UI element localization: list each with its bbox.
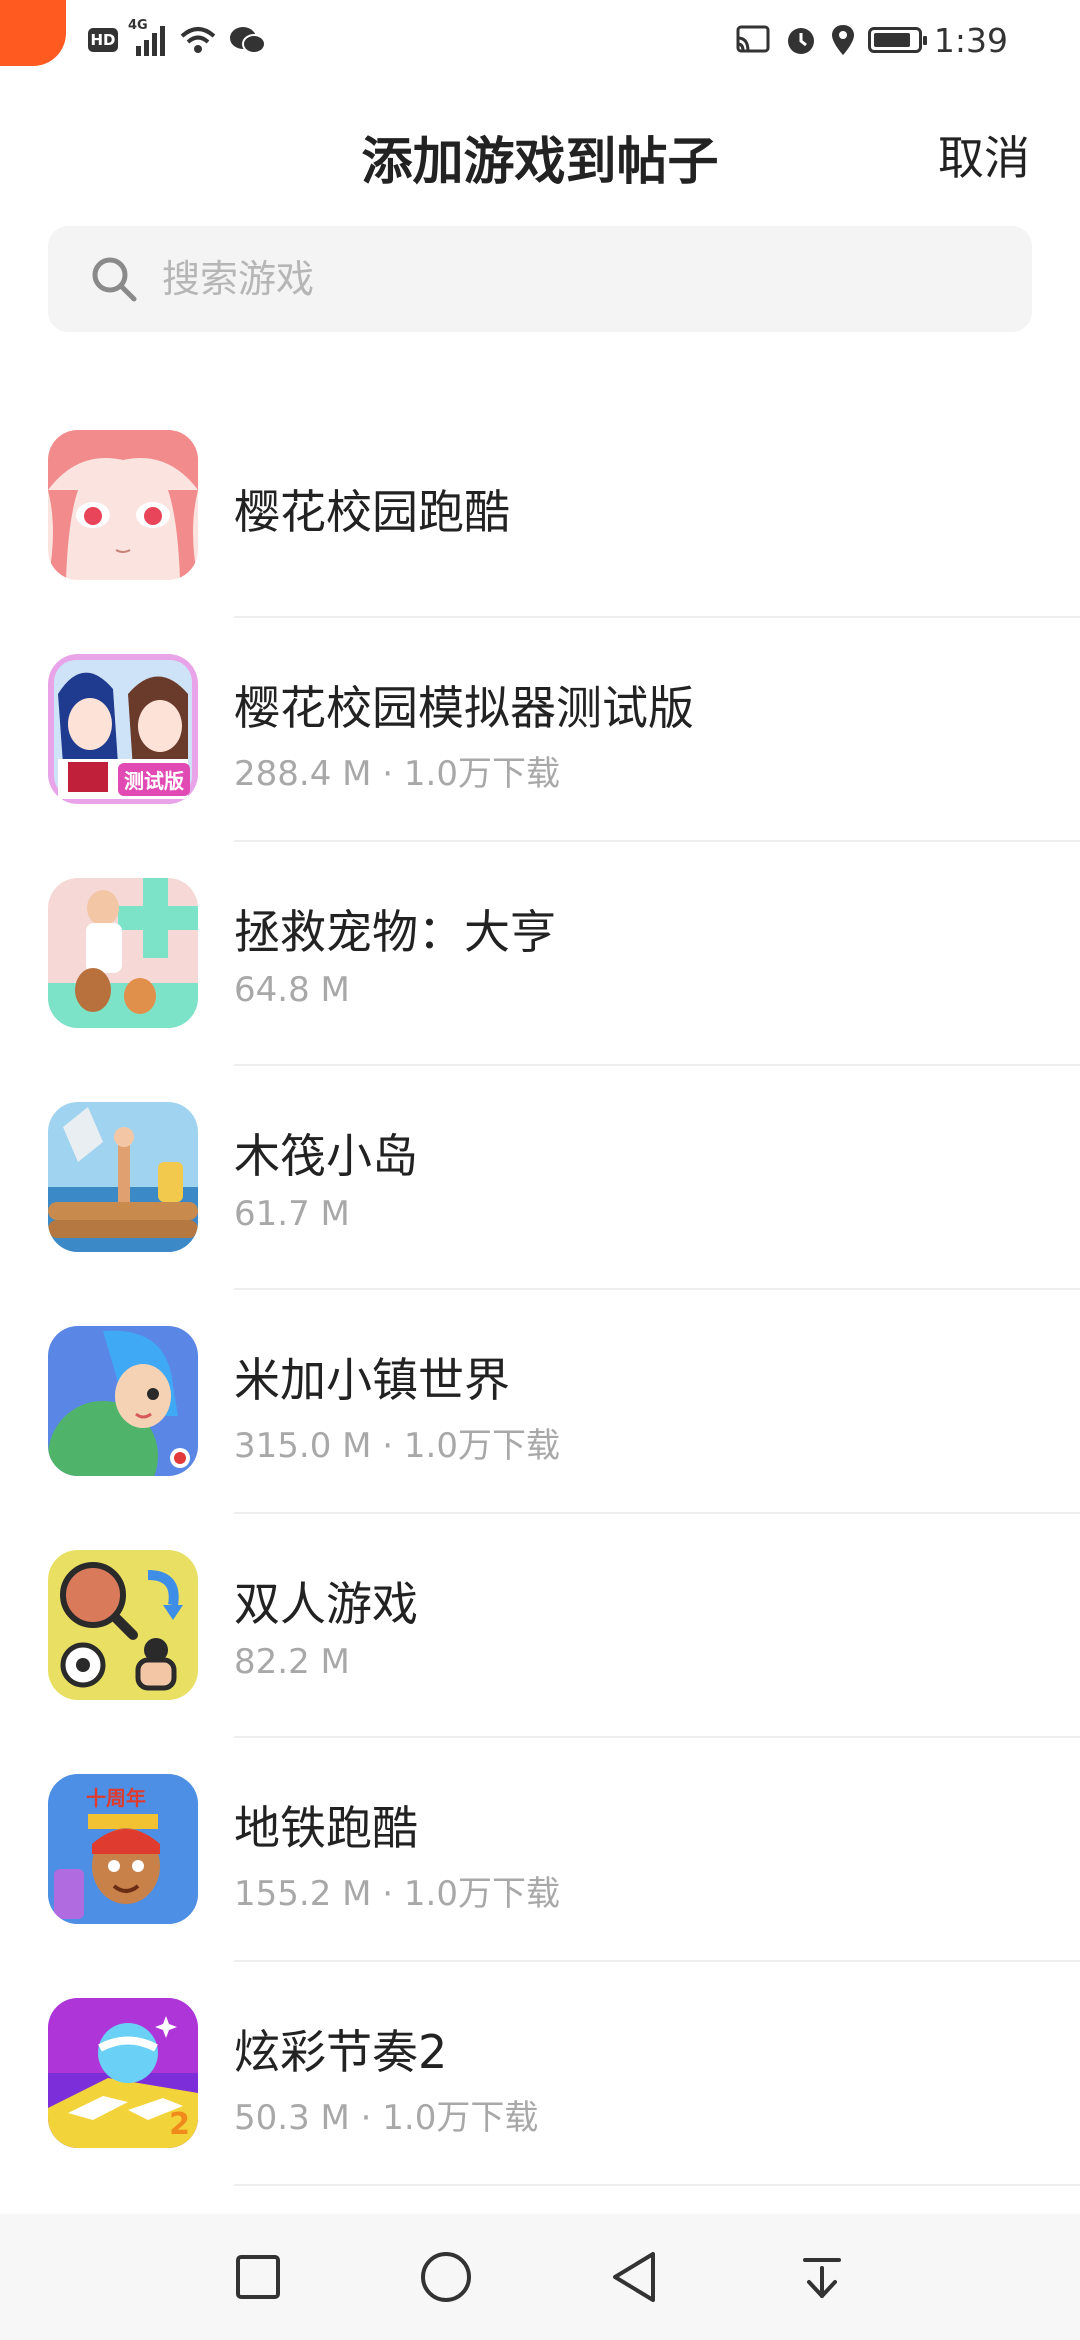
divider: [234, 1288, 1080, 1290]
divider: [234, 840, 1080, 842]
list-item[interactable]: 樱花校园跑酷: [0, 430, 1080, 654]
divider: [234, 1064, 1080, 1066]
cancel-button[interactable]: 取消: [938, 122, 1030, 188]
divider: [234, 616, 1080, 618]
page-title: 添加游戏到帖子: [361, 133, 719, 192]
circle-icon: [421, 2252, 471, 2302]
signal-icon: 4G: [128, 18, 168, 56]
game-meta: 82.2 M: [234, 1642, 350, 1682]
raft-island-icon: [48, 1102, 198, 1252]
two-player-games-icon: [48, 1550, 198, 1700]
game-meta: 50.3 M · 1.0万下载: [234, 2098, 539, 2138]
notification-pull-button[interactable]: [792, 2247, 852, 2307]
divider: [234, 2184, 1080, 2186]
list-item[interactable]: 木筏小岛 61.7 M: [0, 1102, 1080, 1326]
status-right: 1:39: [734, 18, 1008, 62]
list-item[interactable]: 十周年 地铁跑酷 155.2 M · 1.0万下载: [0, 1774, 1080, 1998]
list-item[interactable]: 双人游戏 82.2 M: [0, 1550, 1080, 1774]
game-name: 木筏小岛: [234, 1129, 418, 1183]
game-name: 双人游戏: [234, 1577, 418, 1631]
status-bar: HD 4G 1:39: [0, 0, 1080, 80]
cast-icon: [736, 25, 770, 53]
pet-rescue-tycoon-icon: [48, 878, 198, 1028]
location-icon: [831, 25, 854, 55]
game-name: 地铁跑酷: [234, 1801, 418, 1855]
game-name: 樱花校园跑酷: [234, 485, 510, 539]
list-item[interactable]: 拯救宠物：大亨 64.8 M: [0, 878, 1080, 1102]
divider: [234, 1512, 1080, 1514]
game-meta: 61.7 M: [234, 1194, 350, 1234]
wechat-icon: [230, 27, 266, 54]
sakura-school-beta-icon: 测试版: [48, 654, 198, 804]
game-meta: 288.4 M · 1.0万下载: [234, 754, 560, 794]
navigation-bar: [0, 2214, 1080, 2340]
triangle-back-icon: [613, 2252, 655, 2302]
rhythm-ball-icon: 2: [48, 1998, 198, 2148]
status-left: HD 4G: [88, 18, 266, 58]
wifi-icon: [180, 27, 216, 53]
game-name: 炫彩节奏2: [234, 2025, 448, 2079]
game-name: 樱花校园模拟器测试版: [234, 681, 694, 735]
anime-girl-face-icon: [48, 430, 198, 580]
search-bar[interactable]: [48, 226, 1032, 332]
list-item[interactable]: 2 炫彩节奏2 50.3 M · 1.0万下载: [0, 1998, 1080, 2222]
notification-dot: [0, 0, 66, 66]
miga-town-icon: [48, 1326, 198, 1476]
game-list: 樱花校园跑酷 测试版 樱花校园模拟器测试版 288.4 M · 1.0万下载 拯…: [0, 430, 1080, 2222]
search-icon: [92, 257, 137, 302]
home-button[interactable]: [416, 2247, 476, 2307]
header: 添加游戏到帖子 取消: [0, 100, 1080, 200]
battery-icon: [867, 27, 927, 53]
back-button[interactable]: [604, 2247, 664, 2307]
game-meta: 64.8 M: [234, 970, 350, 1010]
alarm-icon: [787, 28, 814, 54]
pull-down-icon: [803, 2258, 841, 2298]
recent-apps-button[interactable]: [228, 2247, 288, 2307]
list-item[interactable]: 测试版 樱花校园模拟器测试版 288.4 M · 1.0万下载: [0, 654, 1080, 878]
divider: [234, 1960, 1080, 1962]
game-name: 拯救宠物：大亨: [234, 905, 556, 959]
divider: [234, 1736, 1080, 1738]
list-item[interactable]: 米加小镇世界 315.0 M · 1.0万下载: [0, 1326, 1080, 1550]
clock: 1:39: [933, 20, 1008, 60]
subway-surfers-icon: 十周年: [48, 1774, 198, 1924]
search-input[interactable]: [160, 256, 964, 302]
game-meta: 315.0 M · 1.0万下载: [234, 1426, 560, 1466]
square-icon: [236, 2255, 280, 2299]
hd-badge: HD: [88, 28, 118, 52]
game-meta: 155.2 M · 1.0万下载: [234, 1874, 560, 1914]
game-name: 米加小镇世界: [234, 1353, 510, 1407]
